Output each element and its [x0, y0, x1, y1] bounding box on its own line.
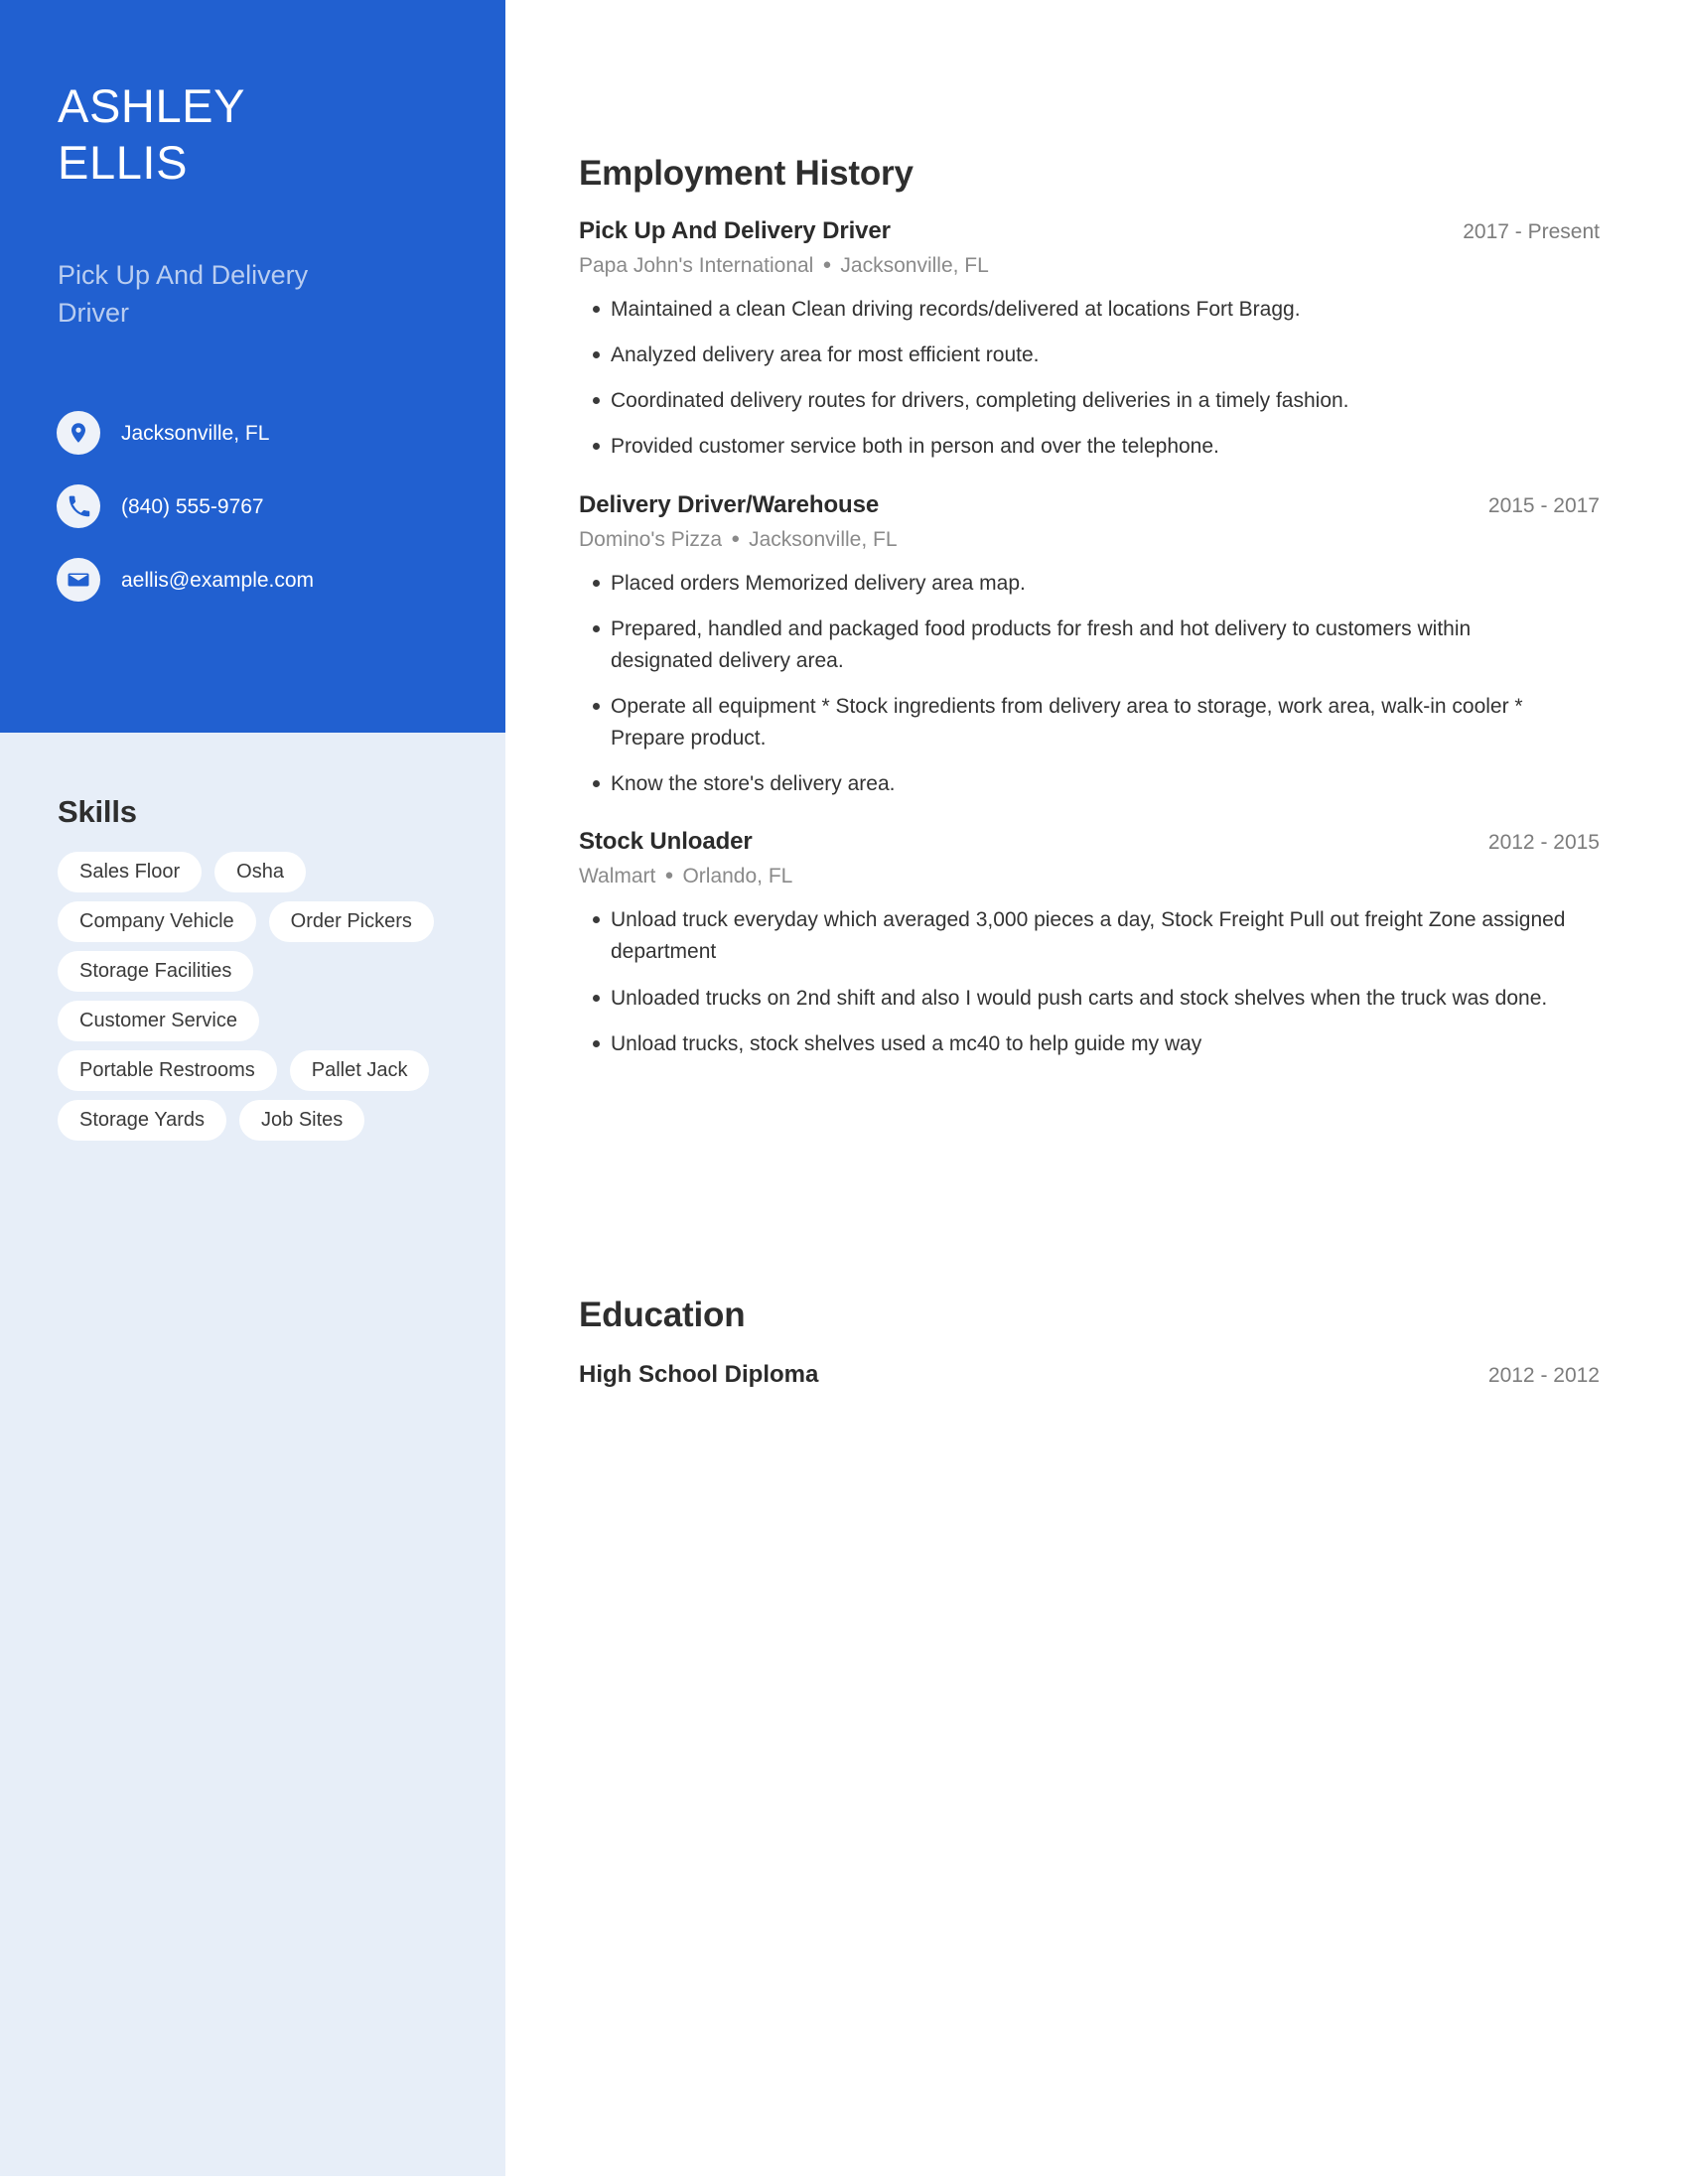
job-location: Jacksonville, FL: [749, 527, 898, 551]
education-heading: Education: [579, 1296, 746, 1334]
employment-history-section: Employment History Pick Up And Delivery …: [579, 154, 1612, 1074]
first-name: ASHLEY: [58, 79, 246, 132]
job-company: Papa John's International: [579, 254, 814, 277]
education-dates: 2012 - 2012: [1487, 1364, 1600, 1387]
bullet-separator-icon: ●: [731, 529, 741, 547]
contact-item-location: Jacksonville, FL: [57, 411, 474, 455]
contact-list: Jacksonville, FL (840) 555-9767 aellis@e…: [57, 411, 474, 631]
education-degree: High School Diploma: [579, 1361, 819, 1388]
contact-item-phone: (840) 555-9767: [57, 484, 474, 528]
job-bullet: Unload truck everyday which averaged 3,0…: [579, 904, 1572, 968]
bullet-separator-icon: ●: [822, 256, 832, 273]
job-bullet: Provided customer service both in person…: [579, 431, 1572, 463]
job-dates: 2017 - Present: [1463, 220, 1600, 243]
skill-pill: Portable Restrooms: [58, 1050, 277, 1091]
job-bullet: Placed orders Memorized delivery area ma…: [579, 568, 1572, 600]
contact-item-email: aellis@example.com: [57, 558, 474, 602]
skill-pill: Sales Floor: [58, 852, 203, 892]
job-meta: Papa John's International ● Jacksonville, …: [579, 254, 1612, 278]
job-title: Delivery Driver/Warehouse: [579, 490, 880, 518]
skill-pill-list: Sales Floor Osha Company Vehicle Order Pick…: [58, 852, 455, 1141]
job-entry: Stock Unloader 2012 - 2015 Walmart ● Orlando…: [579, 828, 1612, 1060]
location-pin-icon: [57, 411, 100, 455]
job-location: Jacksonville, FL: [840, 254, 989, 277]
employment-history-heading: Employment History: [579, 154, 914, 193]
skill-pill: Osha: [214, 852, 306, 892]
job-bullet: Prepared, handled and packaged food prod…: [579, 614, 1572, 677]
job-bullet-list: Placed orders Memorized delivery area ma…: [579, 568, 1612, 801]
candidate-job-title: Pick Up And Delivery Driver: [58, 260, 309, 329]
skills-section: Skills Sales Floor Osha Company Vehicle Ord…: [58, 794, 485, 1141]
job-location: Orlando, FL: [682, 865, 793, 888]
job-entry: Pick Up And Delivery Driver 2017 - Presen…: [579, 217, 1612, 464]
skill-pill: Storage Yards: [58, 1100, 227, 1141]
job-bullet: Maintained a clean Clean driving records…: [579, 294, 1572, 326]
job-headline: Pick Up And Delivery Driver 2017 - Presen…: [579, 217, 1600, 245]
resume-page: ASHLEY ELLIS Pick Up And Delivery Driver…: [0, 0, 1688, 2184]
phone-icon: [57, 484, 100, 528]
education-headline: High School Diploma 2012 - 2012: [579, 1361, 1600, 1389]
job-bullet: Analyzed delivery area for most efficien…: [579, 340, 1572, 371]
sidebar: ASHLEY ELLIS Pick Up And Delivery Driver…: [0, 0, 505, 2176]
job-entry: Delivery Driver/Warehouse 2015 - 2017 Domi…: [579, 491, 1612, 801]
contact-location-text: Jacksonville, FL: [121, 421, 270, 445]
skill-pill: Order Pickers: [268, 901, 434, 942]
job-bullet: Unload trucks, stock shelves used a mc40…: [579, 1028, 1572, 1060]
contact-email-text: aellis@example.com: [121, 568, 315, 592]
job-bullet: Unloaded trucks on 2nd shift and also I …: [579, 983, 1572, 1015]
job-title: Pick Up And Delivery Driver: [579, 217, 891, 244]
skill-pill: Pallet Jack: [289, 1050, 430, 1091]
job-bullet: Know the store's delivery area.: [579, 768, 1572, 800]
skill-pill: Job Sites: [239, 1100, 365, 1141]
job-bullet-list: Unload truck everyday which averaged 3,0…: [579, 904, 1612, 1060]
skill-pill: Storage Facilities: [58, 951, 254, 992]
job-title: Stock Unloader: [579, 828, 753, 856]
contact-phone-text: (840) 555-9767: [121, 494, 264, 518]
job-dates: 2012 - 2015: [1487, 831, 1600, 855]
job-company: Walmart: [579, 865, 656, 888]
skills-heading: Skills: [58, 794, 137, 829]
education-list: High School Diploma 2012 - 2012: [579, 1361, 1612, 1389]
candidate-name: ASHLEY ELLIS: [58, 77, 455, 192]
job-dates: 2015 - 2017: [1487, 493, 1600, 517]
last-name: ELLIS: [58, 136, 189, 190]
education-section: Education High School Diploma 2012 - 2012: [579, 1296, 1612, 1389]
education-entry: High School Diploma 2012 - 2012: [579, 1361, 1612, 1389]
sidebar-header-banner: ASHLEY ELLIS Pick Up And Delivery Driver…: [0, 0, 505, 733]
skill-pill: Company Vehicle: [58, 901, 256, 942]
job-bullet: Operate all equipment * Stock ingredient…: [579, 691, 1572, 754]
job-list: Pick Up And Delivery Driver 2017 - Presen…: [579, 217, 1612, 1060]
job-headline: Stock Unloader 2012 - 2015: [579, 828, 1600, 856]
job-bullet: Coordinated delivery routes for drivers,…: [579, 385, 1572, 417]
bullet-separator-icon: ●: [664, 867, 674, 885]
job-bullet-list: Maintained a clean Clean driving records…: [579, 294, 1612, 464]
job-headline: Delivery Driver/Warehouse 2015 - 2017: [579, 491, 1600, 519]
job-meta: Domino's Pizza ● Jacksonville, FL: [579, 528, 1612, 552]
job-company: Domino's Pizza: [579, 527, 723, 551]
skill-pill: Customer Service: [58, 1001, 259, 1041]
envelope-icon: [57, 558, 100, 602]
job-meta: Walmart ● Orlando, FL: [579, 865, 1612, 888]
